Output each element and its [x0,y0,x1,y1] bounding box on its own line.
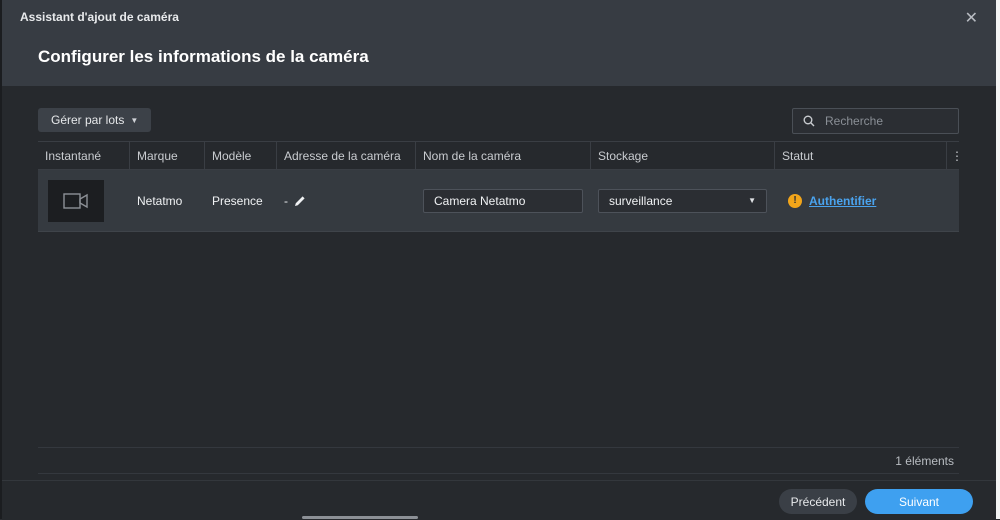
item-count: 1 éléments [895,454,954,468]
next-button[interactable]: Suivant [865,489,973,514]
brand-cell: Netatmo [137,193,183,208]
caret-down-icon: ▼ [130,115,139,125]
dialog-titlebar: Assistant d'ajout de caméra ✕ Configurer… [2,0,996,86]
column-header-model[interactable]: Modèle [205,142,277,169]
window-title: Assistant d'ajout de caméra [20,10,179,24]
column-header-brand[interactable]: Marque [130,142,205,169]
table-header: Instantané Marque Modèle Adresse de la c… [38,141,963,170]
snapshot-thumbnail [48,179,104,222]
address-value: - [284,193,288,208]
background-page-strip [996,0,1000,519]
storage-cell: surveillance ▼ [591,170,775,231]
batch-manage-label: Gérer par lots [51,113,125,127]
caret-down-icon: ▼ [748,196,756,205]
camera-table: Instantané Marque Modèle Adresse de la c… [38,141,963,232]
storage-value: surveillance [609,193,673,208]
name-cell [416,170,591,231]
batch-manage-button[interactable]: Gérer par lots ▼ [38,108,152,132]
dialog-footer: Précédent Suivant [2,480,996,520]
divider [38,447,959,448]
warning-icon: ! [788,193,802,208]
column-header-storage[interactable]: Stockage [591,142,775,169]
camera-name-input[interactable] [423,188,583,213]
column-header-name[interactable]: Nom de la caméra [416,142,591,169]
search-icon [803,115,815,127]
previous-button[interactable]: Précédent [779,489,857,514]
status-cell: ! Authentifier [775,170,959,231]
divider [38,473,959,474]
close-icon[interactable]: ✕ [965,8,978,28]
search-box[interactable] [792,108,959,134]
snapshot-cell [38,170,130,231]
camera-icon [63,192,88,209]
pencil-icon[interactable] [294,195,306,207]
address-cell: - [277,170,416,231]
table-row[interactable]: Netatmo Presence - surveillance ▼ [38,170,959,232]
column-header-status[interactable]: Statut [775,142,947,169]
authenticate-link[interactable]: Authentifier [809,194,876,208]
column-header-address[interactable]: Adresse de la caméra [277,142,416,169]
search-input[interactable] [823,113,947,129]
column-header-snapshot[interactable]: Instantané [38,142,130,169]
storage-select[interactable]: surveillance ▼ [598,188,767,213]
page-heading: Configurer les informations de la caméra [38,47,369,66]
column-options-icon[interactable]: ⋮ [947,142,963,169]
dialog-content: Gérer par lots ▼ Instantané Marque Modèl… [2,86,996,480]
add-camera-dialog: Assistant d'ajout de caméra ✕ Configurer… [2,0,996,520]
model-cell: Presence [212,193,263,208]
